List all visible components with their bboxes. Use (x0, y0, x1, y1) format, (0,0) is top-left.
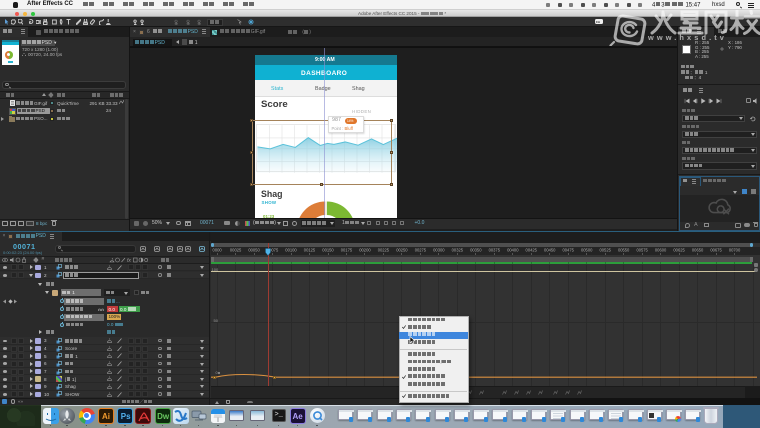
svg-text:fx: fx (127, 258, 131, 263)
